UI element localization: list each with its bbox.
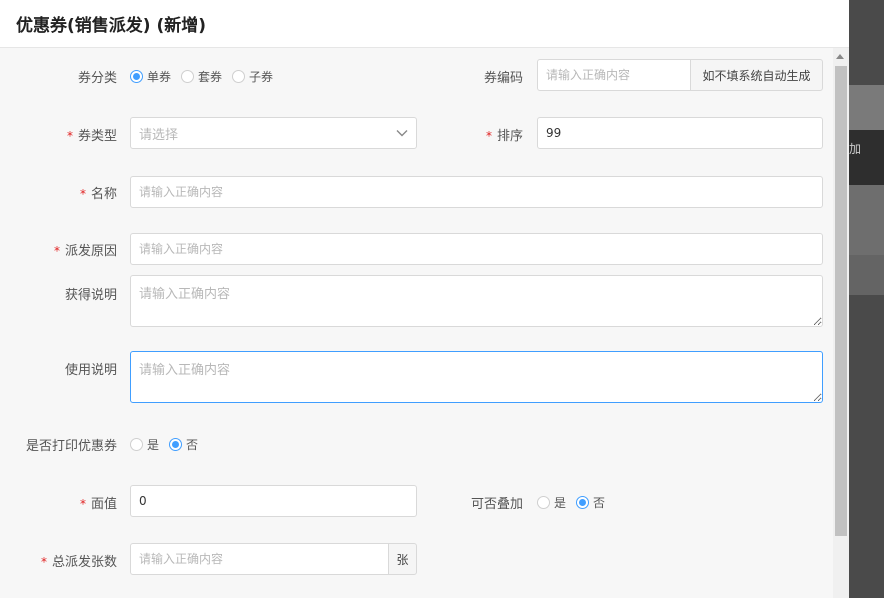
coupon-code-input[interactable] [537,59,691,91]
coupon-code-label: 券编码 [483,71,523,86]
radio-single-coupon[interactable]: 单券 [130,68,171,85]
radio-unchecked-icon[interactable] [130,438,143,451]
backdrop-band [849,185,884,255]
radio-unchecked-icon[interactable] [232,70,246,83]
coupon-code-addon: 如不填系统自动生成 [690,59,823,91]
radio-print-yes[interactable]: 是 [130,436,159,453]
dialog-title: 优惠券(销售派发) (新增) [16,16,206,36]
usage-desc-textarea[interactable] [130,351,823,403]
chevron-down-icon [396,130,408,137]
dialog-header: 优惠券(销售派发) (新增) [0,0,849,48]
radio-checked-icon[interactable] [576,496,590,509]
coupon-dialog: 优惠券(销售派发) (新增) 券分类 单券 套券 子券 券编码 如不填系统自动生… [0,0,849,598]
sort-input[interactable] [537,117,823,149]
radio-unchecked-icon[interactable] [537,496,550,509]
total-dispatch-unit: 张 [388,543,417,575]
radio-checked-icon[interactable] [169,438,183,451]
radio-print-no[interactable]: 否 [169,436,198,453]
print-coupon-label: 是否打印优惠券 [25,439,117,454]
dispatch-reason-input[interactable] [130,233,823,265]
coupon-type-select[interactable]: 请选择 [130,117,417,149]
total-dispatch-label: * 总派发张数 [40,555,117,570]
coupon-category-label: 券分类 [77,71,117,86]
backdrop-band [849,85,884,130]
radio-bundle-coupon[interactable]: 套券 [181,68,222,85]
radio-sub-coupon[interactable]: 子券 [232,68,273,85]
obtain-desc-label: 获得说明 [64,288,117,303]
backdrop-text: 加 [849,142,862,156]
name-input[interactable] [130,176,823,208]
print-coupon-radio-group: 是 否 [130,436,202,453]
sort-label: * 排序 [485,129,523,144]
total-dispatch-input[interactable] [130,543,389,575]
usage-desc-label: 使用说明 [64,363,117,378]
radio-stackable-yes[interactable]: 是 [537,494,566,511]
scroll-up-arrow-icon[interactable] [836,54,844,59]
radio-stackable-no[interactable]: 否 [576,494,605,511]
face-value-input[interactable] [130,485,417,517]
radio-checked-icon[interactable] [130,70,143,83]
obtain-desc-textarea[interactable] [130,275,823,327]
scrollbar-thumb[interactable] [835,66,847,536]
radio-unchecked-icon[interactable] [181,70,195,83]
backdrop-band [849,255,884,295]
stackable-label: 可否叠加 [470,497,523,512]
coupon-category-radio-group: 单券 套券 子券 [130,68,277,85]
name-label: * 名称 [79,187,117,202]
face-value-label: * 面值 [79,497,117,512]
coupon-type-label: * 券类型 [66,129,117,144]
dispatch-reason-label: * 派发原因 [53,244,117,259]
backdrop-band [849,130,884,185]
stackable-radio-group: 是 否 [537,494,609,511]
